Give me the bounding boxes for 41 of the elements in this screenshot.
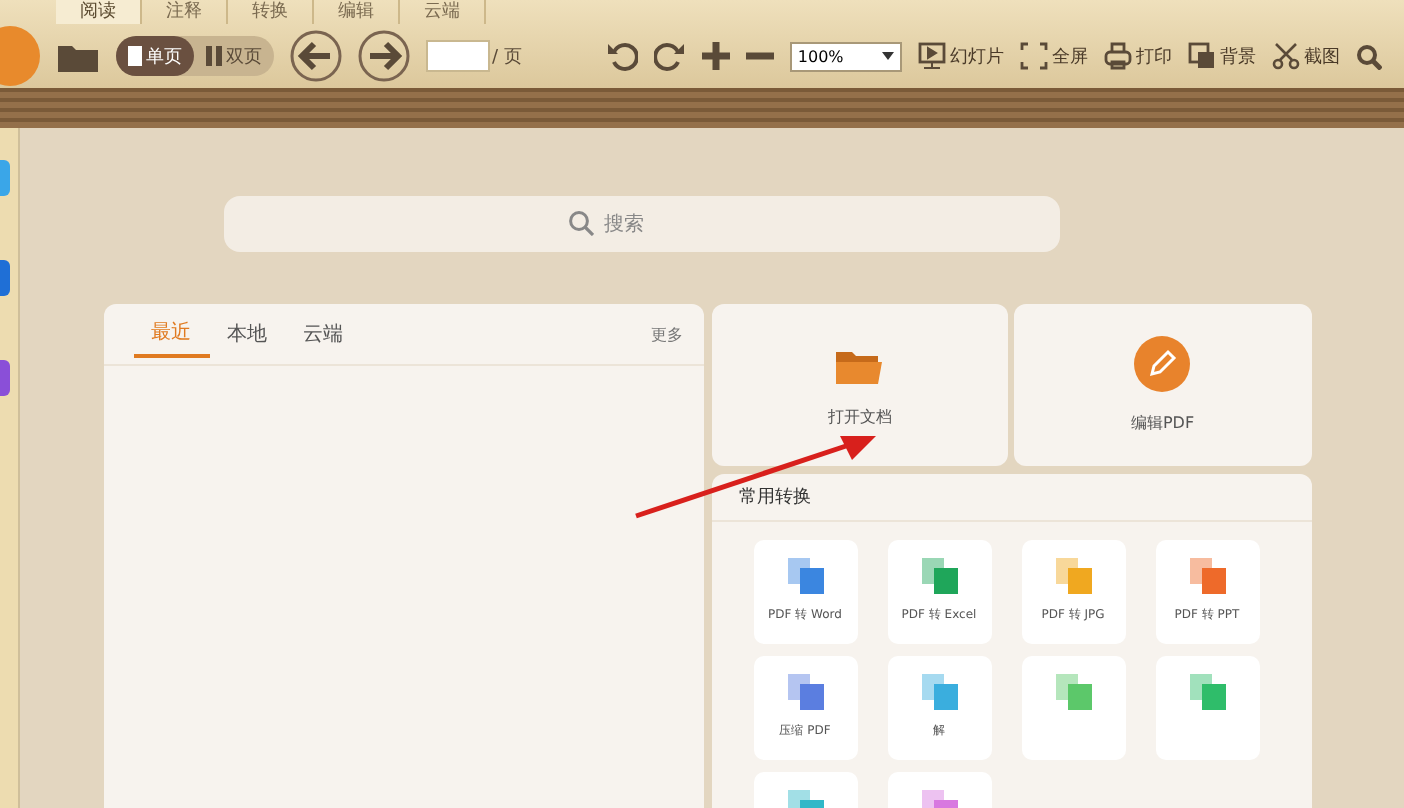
conversion-tile[interactable] [1021, 656, 1125, 760]
open-card[interactable]: 打开文档 [711, 304, 1008, 466]
page-suffix-label: / 页 [492, 45, 522, 69]
section-title: 常用转换 [711, 474, 1311, 522]
rotate-left-icon[interactable] [605, 40, 638, 72]
menu-tab[interactable]: 云端 [400, 0, 486, 24]
sidebar-app-icon[interactable] [0, 260, 10, 296]
slides-button[interactable]: 幻灯片 [917, 42, 1004, 70]
menu-tab[interactable]: 转换 [228, 0, 314, 24]
menu-tab[interactable]: 注释 [142, 0, 228, 24]
fullscreen-button[interactable]: 全屏 [1019, 42, 1088, 70]
rotate-right-icon[interactable] [653, 40, 686, 72]
sidebar-app-icon[interactable] [0, 360, 10, 396]
view-mode-button[interactable]: 单页 [116, 36, 194, 76]
background-button[interactable]: 背景 [1187, 42, 1256, 70]
file-source-tab[interactable]: 本地 [209, 312, 285, 356]
menu-tab[interactable]: 阅读 [56, 0, 142, 24]
zoom-dropdown[interactable]: 100% [789, 41, 902, 71]
screenshot-icon [1271, 42, 1300, 70]
card-label: 打开文档 [827, 405, 892, 427]
caret-icon [881, 52, 894, 60]
print-icon [1103, 42, 1132, 70]
more-link[interactable]: 更多 [651, 323, 683, 345]
page-number-field[interactable] [426, 40, 490, 72]
conversion-tile[interactable] [1155, 656, 1259, 760]
edit-card[interactable]: 编辑PDF [1014, 304, 1311, 466]
background-icon [1187, 42, 1216, 70]
plus-icon[interactable] [701, 42, 730, 70]
pencil-icon [1134, 336, 1191, 392]
print-button[interactable]: 打印 [1103, 42, 1172, 70]
search-icon[interactable] [1355, 43, 1382, 69]
slides-icon [917, 42, 946, 70]
fullscreen-icon [1019, 42, 1048, 70]
sidebar-app-icon[interactable] [0, 160, 10, 196]
view-mode-button[interactable]: 双页 [194, 36, 274, 76]
search-field[interactable]: 搜索 [224, 196, 1060, 252]
menu-tab[interactable]: 编辑 [314, 0, 400, 24]
card-label: 编辑PDF [1130, 412, 1195, 434]
screenshot-button[interactable]: 截图 [1271, 42, 1340, 70]
search-icon [568, 210, 594, 236]
file-source-tab[interactable]: 云端 [285, 312, 361, 356]
